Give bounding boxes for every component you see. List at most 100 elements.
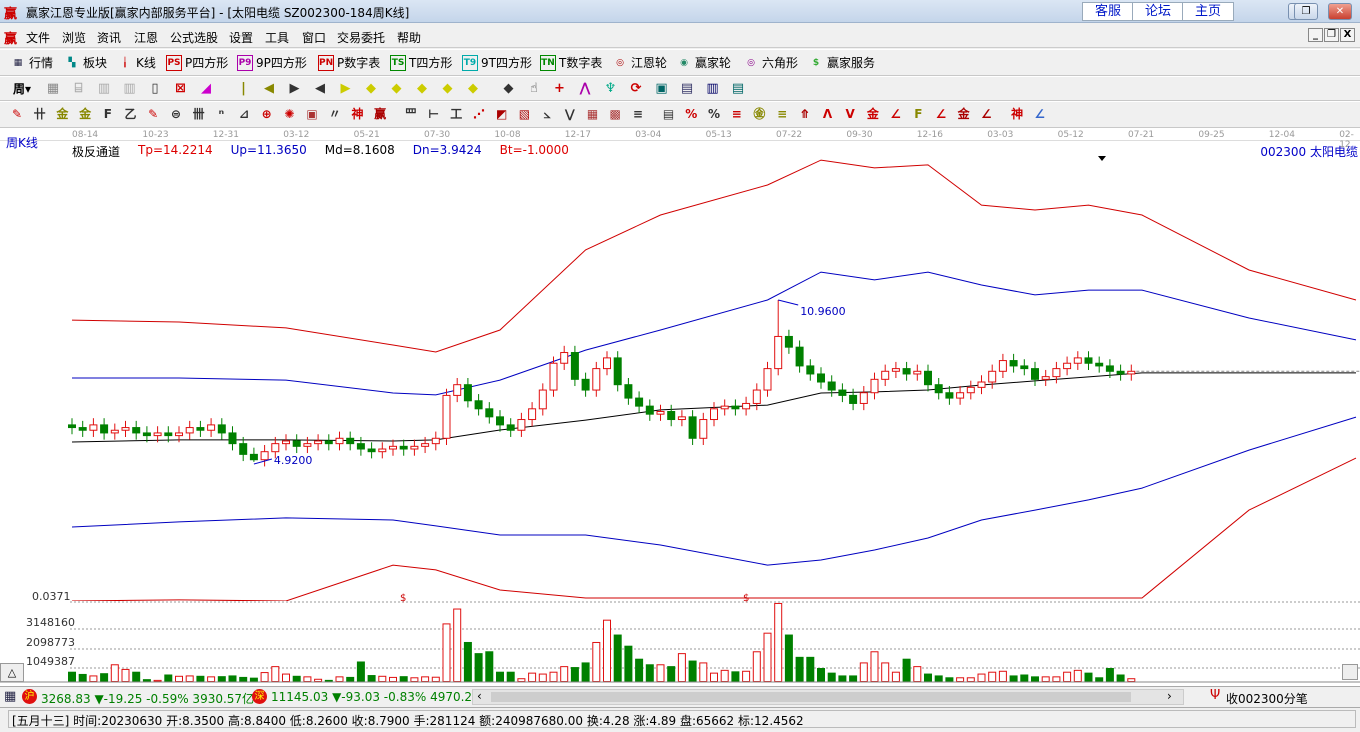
- doc-icon[interactable]: ⌸: [70, 80, 88, 98]
- zigzag-icon[interactable]: ⋁: [561, 105, 579, 123]
- pen3-icon[interactable]: ⤊: [796, 105, 814, 123]
- calculator-icon[interactable]: ▣: [653, 80, 671, 98]
- square-icon[interactable]: ▣: [303, 105, 321, 123]
- shenzhen-index[interactable]: 11145.03 ▼-93.03 -0.83% 4970.20: [271, 690, 471, 704]
- toolbar-button-3[interactable]: PS P四方形: [166, 54, 228, 71]
- arrow-left-diamond-icon[interactable]: ▶: [337, 80, 355, 98]
- comb-icon[interactable]: 罒: [402, 105, 420, 123]
- toolbar-button-4[interactable]: P9 9P四方形: [237, 54, 307, 71]
- menu-8[interactable]: 交易委托: [337, 29, 385, 46]
- win-icon[interactable]: 赢: [371, 105, 389, 123]
- toolbar-button-5[interactable]: PN P数字表: [318, 54, 380, 71]
- bars3-icon[interactable]: ▥: [95, 80, 113, 98]
- taiji-icon[interactable]: 神: [1008, 105, 1026, 123]
- scroll-left-icon[interactable]: ‹: [477, 689, 482, 703]
- mdi-minimize-button[interactable]: _: [1308, 28, 1323, 42]
- toolbar-button-1[interactable]: ▚ 板块: [64, 54, 107, 71]
- toolbar-button-2[interactable]: ╽ K线: [117, 54, 156, 71]
- panel-toggle-button[interactable]: △: [0, 663, 24, 682]
- slash-icon[interactable]: 〃: [326, 105, 344, 123]
- angle2-icon[interactable]: ⦣: [538, 105, 556, 123]
- network-icon[interactable]: ▦: [44, 80, 62, 98]
- pen2-icon[interactable]: ✎: [144, 105, 162, 123]
- gold2-icon[interactable]: 金: [76, 105, 94, 123]
- crosshair-icon[interactable]: ☝: [525, 80, 543, 98]
- circle-ruler-icon[interactable]: ⊜: [167, 105, 185, 123]
- extreme-icon[interactable]: ⊠: [172, 80, 190, 98]
- box-icon[interactable]: 工: [447, 105, 465, 123]
- left-icon[interactable]: ▶: [286, 80, 304, 98]
- expand-all-icon[interactable]: ◆: [464, 80, 482, 98]
- index-scrollbar[interactable]: ‹ ›: [472, 689, 1184, 705]
- save-icon[interactable]: ▥: [704, 80, 722, 98]
- mdi-restore-button[interactable]: ❐: [1324, 28, 1339, 42]
- angle-icon[interactable]: ⊿: [235, 105, 253, 123]
- grid3-icon[interactable]: ▩: [606, 105, 624, 123]
- wave-icon[interactable]: +: [551, 80, 569, 98]
- scrollbar-thumb[interactable]: [491, 692, 1131, 702]
- arrow-right-diamond-icon[interactable]: ◆: [362, 80, 380, 98]
- gold-icon[interactable]: 金: [53, 105, 71, 123]
- mdi-close-button[interactable]: X: [1340, 28, 1355, 42]
- lines-icon[interactable]: ≡: [629, 105, 647, 123]
- radar-icon[interactable]: ✺: [280, 105, 298, 123]
- f-angle-icon[interactable]: ∠: [887, 105, 905, 123]
- target-icon[interactable]: ⊕: [258, 105, 276, 123]
- expand-v-icon[interactable]: ◆: [439, 80, 457, 98]
- cycle-icon[interactable]: ♆: [602, 80, 620, 98]
- grid-lines-icon[interactable]: 卄: [31, 105, 49, 123]
- kline-chart[interactable]: 08-14 10-23 12-31 03-12 05-21 07-30 10-08 12-17…: [0, 128, 1360, 686]
- table-icon[interactable]: ▤: [660, 105, 678, 123]
- toolbar-button-8[interactable]: TN T数字表: [540, 54, 602, 71]
- toolbar-button-12[interactable]: $ 赢家服务: [808, 54, 875, 71]
- expand-h-icon[interactable]: ◆: [388, 80, 406, 98]
- forum-link[interactable]: 论坛: [1132, 2, 1184, 21]
- win-angle-icon[interactable]: 金: [955, 105, 973, 123]
- menu-1[interactable]: 浏览: [62, 29, 86, 46]
- toolbar-button-11[interactable]: ◎ 六角形: [743, 54, 798, 71]
- fib-icon[interactable]: F: [99, 105, 117, 123]
- last-icon[interactable]: ◀: [260, 80, 278, 98]
- market-grid-icon[interactable]: ▦: [4, 689, 16, 704]
- j-angle-icon[interactable]: 金: [864, 105, 882, 123]
- width-icon[interactable]: ⊢: [425, 105, 443, 123]
- spiral-icon[interactable]: 乙: [122, 105, 140, 123]
- gold-circle-icon[interactable]: ㊎: [750, 105, 768, 123]
- shanghai-index[interactable]: 3268.83 ▼-19.25 -0.59% 3930.57亿: [41, 690, 254, 707]
- toolbar-button-10[interactable]: ◉ 赢家轮: [676, 54, 731, 71]
- right-icon[interactable]: ◀: [311, 80, 329, 98]
- menu-9[interactable]: 帮助: [397, 29, 421, 46]
- toolbar-button-6[interactable]: TS T四方形: [390, 54, 452, 71]
- menu-4[interactable]: 公式选股: [170, 29, 218, 46]
- customer-service-link[interactable]: 客服: [1082, 2, 1134, 21]
- period-selector[interactable]: 周▾: [8, 80, 36, 98]
- fan-icon[interactable]: ⋰: [470, 105, 488, 123]
- pen-icon[interactable]: ✎: [8, 105, 26, 123]
- print-icon[interactable]: ▤: [729, 80, 747, 98]
- menu-6[interactable]: 工具: [265, 29, 289, 46]
- panel-corner-button[interactable]: [1342, 664, 1358, 680]
- menu-5[interactable]: 设置: [229, 29, 253, 46]
- parallel-icon[interactable]: 卌: [190, 105, 208, 123]
- bars9-icon[interactable]: ▥: [121, 80, 139, 98]
- first-icon[interactable]: |: [235, 80, 253, 98]
- gold-angle-icon[interactable]: F: [909, 105, 927, 123]
- gold3-icon[interactable]: V: [841, 105, 859, 123]
- restore-button[interactable]: ❐: [1294, 3, 1318, 20]
- menu-0[interactable]: 文件: [26, 29, 50, 46]
- toolbar-button-9[interactable]: ◎ 江恩轮: [612, 54, 667, 71]
- wave2-icon[interactable]: Λ: [819, 105, 837, 123]
- god-angle-icon[interactable]: ∠: [932, 105, 950, 123]
- square-fan-icon[interactable]: ▧: [515, 105, 533, 123]
- gold-lines-icon[interactable]: ≡: [773, 105, 791, 123]
- arc-icon[interactable]: ◩: [493, 105, 511, 123]
- notes-icon[interactable]: ▤: [678, 80, 696, 98]
- percent-red-icon[interactable]: %: [682, 105, 700, 123]
- four-angle-icon[interactable]: ∠: [977, 105, 995, 123]
- homepage-link[interactable]: 主页: [1182, 2, 1234, 21]
- calendar-icon[interactable]: ⟳: [627, 80, 645, 98]
- god-icon[interactable]: 神: [349, 105, 367, 123]
- volume-profile-icon[interactable]: ◢: [197, 80, 215, 98]
- percent-icon[interactable]: %: [705, 105, 723, 123]
- close-button[interactable]: ✕: [1328, 3, 1352, 20]
